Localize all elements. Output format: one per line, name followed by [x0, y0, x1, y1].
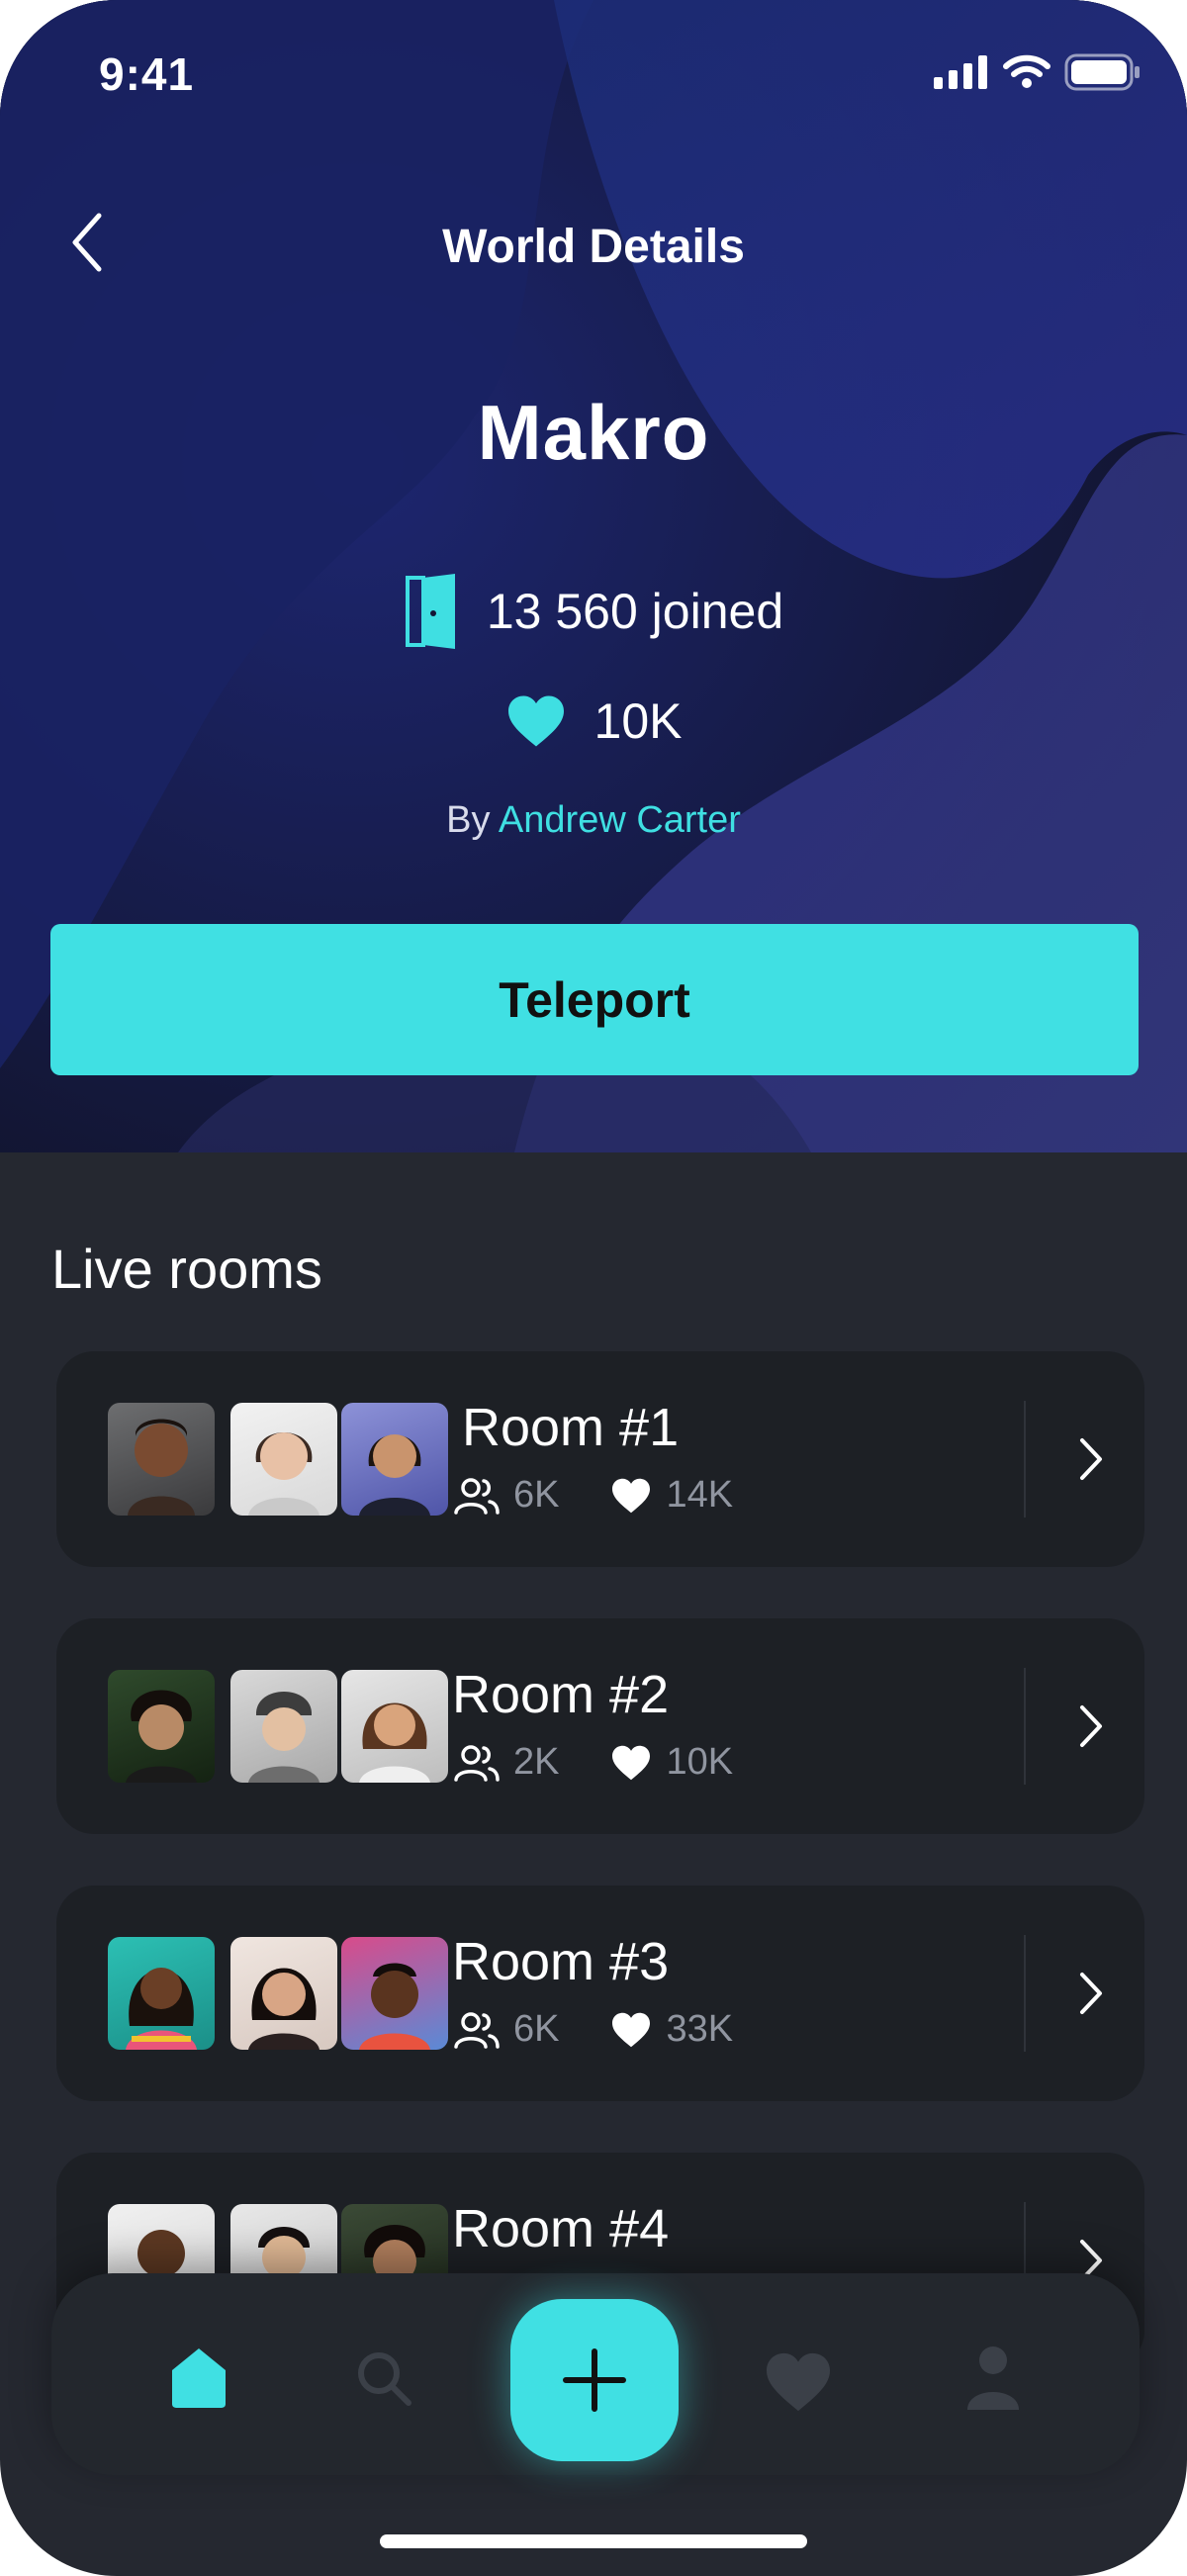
room-card[interactable]: Room #2 2K 10K	[56, 1618, 1144, 1834]
wifi-icon	[1003, 54, 1050, 88]
room-stats: 2K 10K	[454, 1741, 784, 1784]
divider	[1024, 1401, 1026, 1518]
author-prefix: By	[446, 799, 491, 841]
room-name: Room #4	[452, 2199, 670, 2258]
room-card[interactable]: Room #1 6K 14K	[56, 1351, 1144, 1567]
home-icon[interactable]	[166, 2345, 231, 2410]
users-icon	[454, 1477, 500, 1515]
avatar	[108, 1403, 215, 1516]
room-members: 6K	[513, 1474, 560, 1516]
avatar	[108, 1937, 215, 2050]
status-time: 9:41	[99, 48, 195, 100]
bottom-nav	[51, 2273, 1140, 2475]
room-members: 2K	[513, 1741, 560, 1783]
avatar	[341, 1937, 448, 2050]
room-avatars	[108, 1937, 448, 2050]
live-rooms-title: Live rooms	[51, 1238, 322, 1300]
room-avatars	[108, 1403, 448, 1516]
room-card[interactable]: Room #3 6K 33K	[56, 1886, 1144, 2101]
door-icon	[405, 574, 455, 649]
avatar	[230, 1670, 337, 1783]
room-name: Room #1	[462, 1398, 680, 1457]
avatar	[341, 1403, 448, 1516]
divider	[1024, 1668, 1026, 1785]
home-indicator[interactable]	[380, 2534, 807, 2548]
joined-stat: 13 560 joined	[0, 574, 1187, 649]
heart-icon[interactable]	[762, 2350, 835, 2414]
avatar	[230, 1937, 337, 2050]
page-title: World Details	[442, 221, 745, 273]
phone-screen: 9:41 World Details Makro 13 560 joined 1…	[0, 0, 1187, 2576]
room-likes: 10K	[666, 1741, 734, 1783]
status-bar: 9:41	[0, 44, 1187, 103]
heart-icon	[612, 1478, 651, 1513]
status-icons	[934, 53, 1141, 91]
room-members: 6K	[513, 2008, 560, 2050]
plus-icon	[563, 2348, 626, 2412]
heart-icon	[612, 2012, 651, 2047]
room-likes: 33K	[666, 2008, 734, 2050]
world-hero: 9:41 World Details Makro 13 560 joined 1…	[0, 0, 1187, 1152]
search-icon[interactable]	[354, 2348, 413, 2408]
chevron-right-icon[interactable]	[1070, 1432, 1110, 1486]
joined-count: 13 560 joined	[486, 584, 784, 639]
likes-stat: 10K	[0, 692, 1187, 750]
room-name: Room #3	[452, 1932, 670, 1991]
avatar	[108, 1670, 215, 1783]
room-stats: 6K 33K	[454, 2008, 784, 2051]
room-stats: 6K 14K	[454, 1474, 784, 1517]
profile-icon[interactable]	[965, 2343, 1021, 2412]
divider	[1024, 1935, 1026, 2052]
room-likes: 14K	[666, 1474, 734, 1516]
likes-count: 10K	[594, 693, 683, 749]
signal-icon	[934, 55, 987, 89]
users-icon	[454, 1744, 500, 1782]
room-avatars	[108, 1670, 448, 1783]
create-button[interactable]	[510, 2299, 679, 2461]
chevron-right-icon[interactable]	[1070, 1967, 1110, 2020]
avatar	[341, 1670, 448, 1783]
room-name: Room #2	[452, 1665, 670, 1724]
teleport-button[interactable]: Teleport	[50, 924, 1139, 1075]
author-line: By Andrew Carter	[0, 799, 1187, 842]
heart-icon	[612, 1745, 651, 1780]
avatar	[230, 1403, 337, 1516]
heart-icon	[507, 695, 564, 747]
users-icon	[454, 2011, 500, 2049]
chevron-right-icon[interactable]	[1070, 1700, 1110, 1753]
battery-icon	[1064, 53, 1140, 91]
author-link[interactable]: Andrew Carter	[499, 799, 741, 841]
world-name: Makro	[477, 389, 710, 476]
